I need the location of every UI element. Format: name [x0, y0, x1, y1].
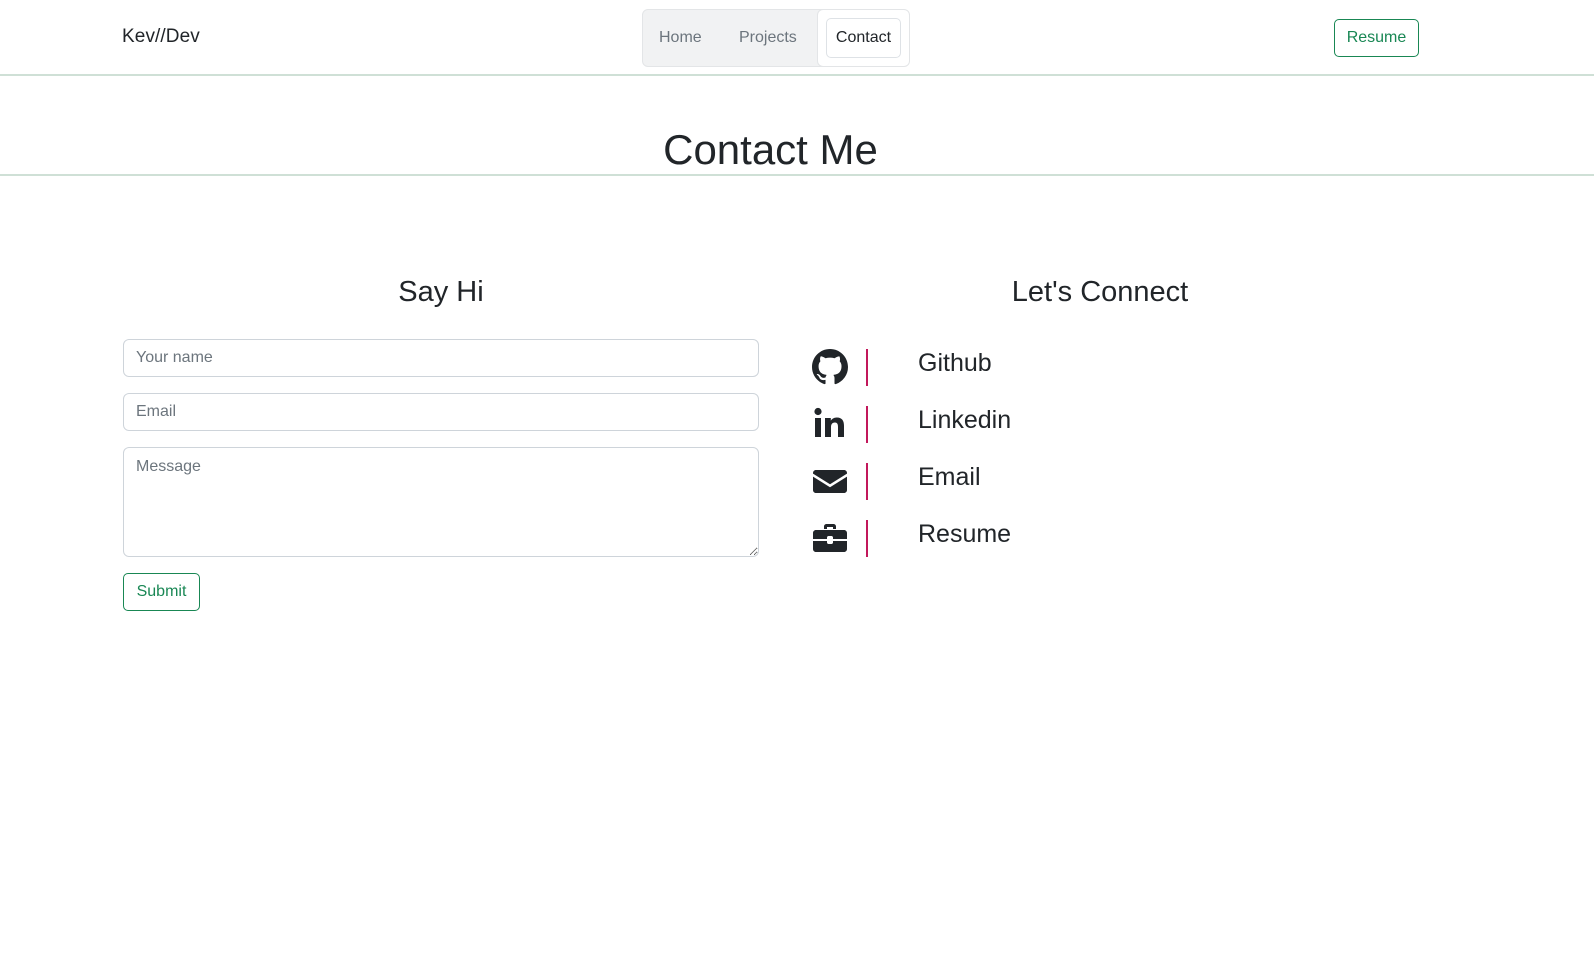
connect-item-resume[interactable]: Resume	[812, 518, 1232, 558]
connect-label-email: Email	[918, 463, 981, 491]
connect-item-github[interactable]: Github	[812, 347, 1232, 387]
say-hi-heading: Say Hi	[398, 276, 484, 308]
connect-item-linkedin[interactable]: Linkedin	[812, 404, 1232, 444]
connect-divider	[866, 463, 868, 500]
connect-divider	[866, 406, 868, 443]
nav-tabs: Home Projects Contact	[642, 9, 910, 67]
connect-divider	[866, 520, 868, 557]
nav-link-projects[interactable]: Projects	[739, 10, 797, 66]
envelope-icon	[812, 463, 848, 499]
connect-heading: Let's Connect	[1011, 276, 1189, 308]
connect-label-resume: Resume	[918, 520, 1012, 548]
nav-link-home[interactable]: Home	[659, 10, 702, 66]
nav-active-tab-wrap: Contact	[817, 9, 910, 67]
connect-label-github: Github	[918, 349, 992, 377]
message-textarea[interactable]	[123, 447, 759, 557]
brand-logo-link[interactable]: Kev//Dev	[122, 26, 200, 48]
resume-button[interactable]: Resume	[1334, 19, 1419, 57]
page-title: Contact Me	[663, 126, 878, 173]
top-navbar: Kev//Dev Home Projects Contact Resume	[0, 0, 1594, 76]
linkedin-icon	[812, 406, 848, 442]
connect-divider	[866, 349, 868, 386]
connect-item-email[interactable]: Email	[812, 461, 1232, 501]
nav-link-contact[interactable]: Contact	[826, 18, 901, 58]
briefcase-icon	[812, 520, 848, 556]
submit-button[interactable]: Submit	[123, 573, 200, 611]
github-icon	[812, 349, 848, 385]
title-divider	[0, 174, 1594, 176]
connect-label-linkedin: Linkedin	[918, 406, 1012, 434]
email-input[interactable]	[123, 393, 759, 431]
name-input[interactable]	[123, 339, 759, 377]
